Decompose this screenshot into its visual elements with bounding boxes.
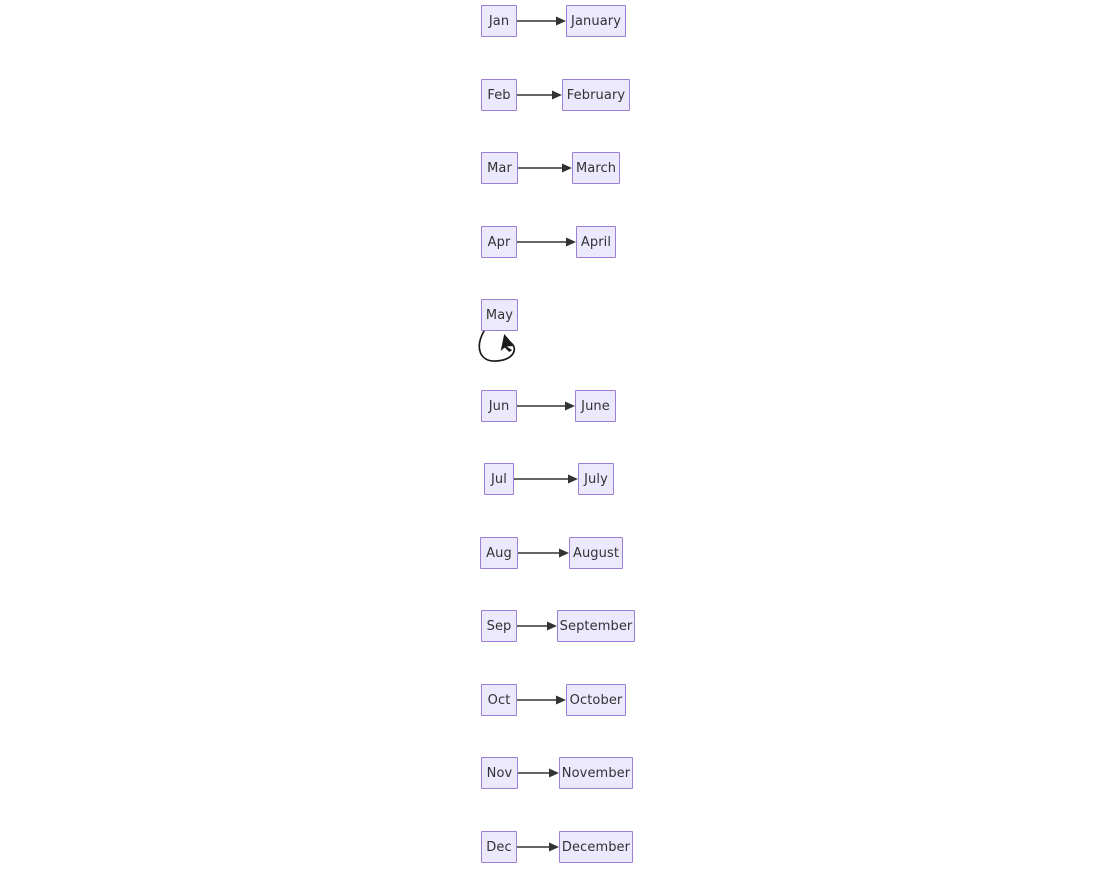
node-label: February [566, 87, 626, 103]
node-month-full[interactable]: June [575, 390, 616, 422]
edge-layer [478, 16, 578, 852]
node-label: Dec [486, 839, 512, 855]
diagram-row: Jul July [0, 463, 1116, 497]
diagram-row: Aug August [0, 537, 1116, 571]
node-month-abbrev[interactable]: Nov [481, 757, 518, 789]
diagram-row: Feb February [0, 79, 1116, 113]
node-month-full[interactable]: July [578, 463, 614, 495]
node-month-full[interactable]: October [566, 684, 626, 716]
node-label: October [569, 692, 623, 708]
node-label: Nov [486, 765, 513, 781]
diagram-row: Sep September [0, 610, 1116, 644]
node-month-abbrev[interactable]: Mar [481, 152, 518, 184]
node-month-full[interactable]: August [569, 537, 623, 569]
node-month-abbrev[interactable]: May [481, 299, 518, 331]
node-month-abbrev[interactable]: Apr [481, 226, 517, 258]
node-month-full[interactable]: February [562, 79, 630, 111]
node-month-full[interactable]: December [559, 831, 633, 863]
self-loop-edge [478, 330, 516, 362]
diagram-row: Jun June [0, 390, 1116, 424]
node-label: Mar [487, 160, 512, 176]
node-label: July [584, 471, 608, 487]
diagram-row: Apr April [0, 226, 1116, 260]
node-label: Jun [488, 398, 510, 414]
node-label: Jul [491, 471, 507, 487]
node-label: April [580, 234, 612, 250]
node-label: December [561, 839, 631, 855]
node-label: January [571, 13, 621, 29]
node-month-full[interactable]: September [557, 610, 635, 642]
node-month-abbrev[interactable]: Jan [481, 5, 517, 37]
node-label: March [575, 160, 617, 176]
node-month-abbrev[interactable]: Jun [481, 390, 517, 422]
node-label: Sep [486, 618, 512, 634]
node-label: Apr [487, 234, 511, 250]
node-month-abbrev[interactable]: Aug [480, 537, 518, 569]
node-month-abbrev[interactable]: Oct [481, 684, 517, 716]
flowchart-diagram: Jan January Feb February Mar March Apr April May… [0, 0, 1116, 871]
diagram-row: Mar March [0, 152, 1116, 186]
node-month-abbrev[interactable]: Sep [481, 610, 517, 642]
node-label: November [561, 765, 631, 781]
node-label: Feb [487, 87, 511, 103]
node-label: September [559, 618, 633, 634]
diagram-row: Dec December [0, 831, 1116, 865]
node-label: Aug [486, 545, 512, 561]
diagram-row: Oct October [0, 684, 1116, 718]
node-month-full[interactable]: March [572, 152, 620, 184]
node-month-abbrev[interactable]: Jul [484, 463, 514, 495]
diagram-row: Jan January [0, 5, 1116, 39]
node-label: August [572, 545, 620, 561]
node-label: May [485, 307, 514, 323]
node-label: Oct [487, 692, 511, 708]
node-month-full[interactable]: November [559, 757, 633, 789]
self-loop-arrowhead [500, 334, 515, 352]
node-month-full[interactable]: January [566, 5, 626, 37]
diagram-row: May [0, 299, 1116, 333]
node-month-full[interactable]: April [576, 226, 616, 258]
node-month-abbrev[interactable]: Dec [481, 831, 517, 863]
node-label: Jan [488, 13, 510, 29]
diagram-row: Nov November [0, 757, 1116, 791]
node-month-abbrev[interactable]: Feb [481, 79, 517, 111]
node-label: June [581, 398, 610, 414]
